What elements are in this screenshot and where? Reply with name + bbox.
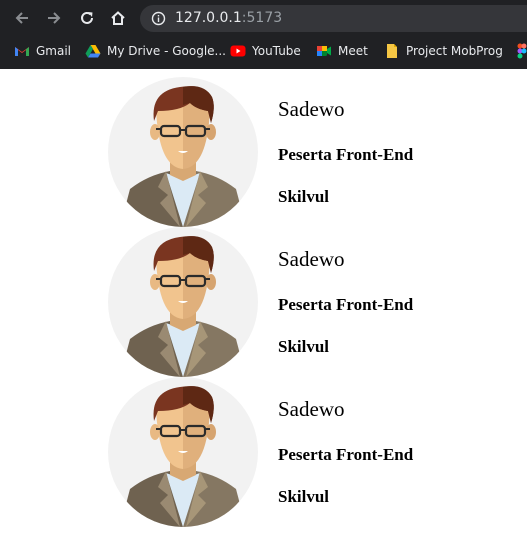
reload-button[interactable] [76, 7, 98, 29]
profile-organization: Skilvul [278, 337, 330, 356]
forward-button[interactable] [43, 7, 65, 29]
reload-icon [81, 11, 93, 24]
google-drive-icon [85, 43, 101, 59]
bookmark-my-drive[interactable]: My Drive - Google... [85, 42, 226, 60]
bookmark-label: Gmail [36, 44, 72, 58]
profile-organization: Skilvul [278, 487, 330, 506]
bookmark-label: Meet [338, 44, 368, 58]
bookmark-label: Project MobProg [406, 44, 503, 58]
bookmark-label: My Drive - Google... [107, 44, 226, 58]
bookmark-gmail[interactable]: Gmail [14, 42, 71, 60]
profile-card: Sadewo Peserta Front-End Skilvul [108, 227, 508, 377]
address-bar[interactable]: 127.0.0.1:5173 [140, 5, 527, 32]
gmail-icon [14, 43, 30, 59]
folder-bookmark-icon [384, 43, 400, 59]
figma-icon [514, 43, 527, 59]
profile-name: Sadewo [278, 397, 345, 421]
arrow-left-icon [15, 12, 28, 24]
bookmarks-bar: Gmail My Drive - Google... YouTube Meet … [0, 38, 527, 64]
profile-organization: Skilvul [278, 187, 330, 206]
avatar [108, 77, 258, 227]
youtube-icon [230, 43, 246, 59]
bookmark-project-mobprog[interactable]: Project MobProg [384, 42, 503, 60]
bookmark-label: YouTube [252, 44, 301, 58]
bookmark-meet[interactable]: Meet [316, 42, 368, 60]
profile-name: Sadewo [278, 247, 345, 271]
profile-role: Peserta Front-End [278, 145, 414, 164]
back-button[interactable] [11, 7, 33, 29]
profile-card: Sadewo Peserta Front-End Skilvul [108, 77, 508, 227]
url-host: 127.0.0.1 [175, 10, 242, 26]
home-icon [111, 11, 125, 25]
arrow-right-icon [48, 12, 61, 24]
profile-role: Peserta Front-End [278, 295, 414, 314]
info-icon[interactable] [151, 11, 166, 30]
avatar [108, 377, 258, 527]
url-text: 127.0.0.1:5173 [175, 10, 282, 26]
url-port: :5173 [241, 10, 283, 26]
profile-role: Peserta Front-End [278, 445, 414, 464]
browser-chrome: 127.0.0.1:5173 Gmail My Drive - Google..… [0, 0, 527, 69]
profile-name: Sadewo [278, 97, 345, 121]
avatar [108, 227, 258, 377]
google-meet-icon [316, 43, 332, 59]
bookmark-youtube[interactable]: YouTube [230, 42, 301, 60]
bookmark-figma[interactable] [514, 42, 527, 60]
profile-card: Sadewo Peserta Front-End Skilvul [108, 377, 508, 527]
home-button[interactable] [107, 7, 129, 29]
